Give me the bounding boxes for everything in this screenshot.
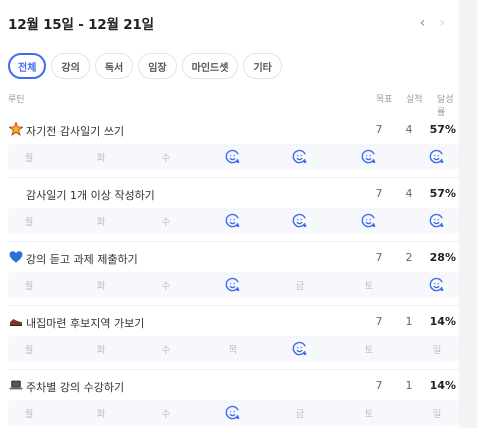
chevron-right-icon[interactable]: › [439,16,445,30]
day-cell[interactable]: 월 [18,336,40,362]
column-headers: 루틴 목표 실적 달성률 [8,92,459,118]
column-routine: 루틴 [8,95,25,105]
day-cell[interactable]: 수 [155,272,177,298]
day-cell[interactable]: 수 [155,208,177,234]
day-cell[interactable]: 월 [18,400,40,426]
row-divider [8,241,459,242]
day-cell[interactable]: 화 [90,208,112,234]
day-cell[interactable]: 화 [90,400,112,426]
day-cell[interactable]: 금 [289,272,311,298]
routine-name: 감사일기 1개 이상 작성하기 [26,189,155,202]
row-divider [8,369,459,370]
routine-actual: 4 [405,187,413,200]
tab-all[interactable]: 전체 [8,53,47,79]
week-navigation: ‹ › [420,16,445,30]
routine-summary: 주차별 강의 수강하기 7 1 14% [8,376,459,396]
routine-goal: 7 [375,123,383,136]
routine-name: 자기전 감사일기 쓰기 [26,125,125,138]
routine-goal: 7 [375,251,383,264]
column-actual: 실적 [406,95,423,105]
day-check-smiley-icon[interactable] [426,272,448,298]
routine-goal: 7 [375,379,383,392]
tab-site-visit[interactable]: 임장 [138,53,177,79]
routine-summary: 자기전 감사일기 쓰기 7 4 57% [8,120,459,140]
sparkle-star-icon [9,122,23,136]
day-cell[interactable]: 목 [222,336,244,362]
date-range-title: 12월 15일 - 12월 21일 [8,17,154,33]
routine-actual: 1 [405,315,413,328]
routine-rate: 57% [429,187,456,200]
routine-goal: 7 [375,315,383,328]
day-cell[interactable]: 화 [90,336,112,362]
routine-actual: 2 [405,251,413,264]
routine-name: 내집마련 후보지역 가보기 [26,317,145,330]
day-cell[interactable]: 일 [426,400,448,426]
weekday-checklist: 월화수목토일 [8,336,459,362]
routine-actual: 1 [405,379,413,392]
weekday-checklist: 월화수금토 [8,272,459,298]
day-check-smiley-icon[interactable] [426,208,448,234]
routine-rate: 28% [429,251,456,264]
day-check-smiley-icon[interactable] [358,144,380,170]
day-check-smiley-icon[interactable] [289,144,311,170]
day-check-smiley-icon[interactable] [289,208,311,234]
routine-summary: 강의 듣고 과제 제출하기 7 2 28% [8,248,459,268]
day-cell[interactable]: 월 [18,208,40,234]
day-cell[interactable]: 토 [358,336,380,362]
day-check-smiley-icon[interactable] [222,208,244,234]
routine-rate: 57% [429,123,456,136]
routine-rate: 14% [429,379,456,392]
weekday-checklist: 월화수 [8,144,459,170]
routine-row[interactable]: 내집마련 후보지역 가보기 7 1 14% 월 화 수 목 토 일 [8,312,459,370]
row-divider [8,177,459,178]
week-header: 12월 15일 - 12월 21일 ‹ › [8,12,453,34]
day-check-smiley-icon[interactable] [426,144,448,170]
tab-mindset[interactable]: 마인드셋 [181,53,239,79]
routine-name: 주차별 강의 수강하기 [26,381,125,394]
routine-summary: 내집마련 후보지역 가보기 7 1 14% [8,312,459,332]
day-cell[interactable]: 토 [358,400,380,426]
day-cell[interactable]: 월 [18,144,40,170]
category-tabs: 전체 강의 독서 임장 마인드셋 기타 [8,53,282,79]
routine-rate: 14% [429,315,456,328]
routine-name: 강의 듣고 과제 제출하기 [26,253,138,266]
routine-summary: 감사일기 1개 이상 작성하기 7 4 57% [8,184,459,204]
routine-actual: 4 [405,123,413,136]
column-goal: 목표 [376,95,393,105]
weekday-checklist: 월화수금토일 [8,400,459,426]
day-check-smiley-icon[interactable] [222,144,244,170]
routine-row[interactable]: 자기전 감사일기 쓰기 7 4 57% 월 화 수 [8,120,459,178]
scrollbar-track[interactable] [459,0,477,428]
routine-row[interactable]: 강의 듣고 과제 제출하기 7 2 28% 월 화 수 금 토 [8,248,459,306]
tab-reading[interactable]: 독서 [94,53,134,79]
day-cell[interactable]: 토 [358,272,380,298]
day-cell[interactable]: 수 [155,400,177,426]
column-rate: 달성률 [437,95,454,118]
row-divider [8,305,459,306]
day-cell[interactable]: 금 [289,400,311,426]
shoe-icon [9,314,23,328]
day-check-smiley-icon[interactable] [222,400,244,426]
routine-goal: 7 [375,187,383,200]
day-check-smiley-icon[interactable] [289,336,311,362]
tab-lecture[interactable]: 강의 [51,53,90,79]
blue-heart-icon [9,250,23,264]
day-check-smiley-icon[interactable] [222,272,244,298]
day-cell[interactable]: 화 [90,144,112,170]
tab-etc[interactable]: 기타 [243,53,282,79]
day-cell[interactable]: 화 [90,272,112,298]
routine-row[interactable]: 주차별 강의 수강하기 7 1 14% 월 화 수 금 토 일 [8,376,459,428]
day-cell[interactable]: 일 [426,336,448,362]
day-cell[interactable]: 월 [18,272,40,298]
laptop-icon [9,378,23,392]
routine-row[interactable]: 감사일기 1개 이상 작성하기 7 4 57% 월 화 수 [8,184,459,242]
chevron-left-icon[interactable]: ‹ [420,16,426,30]
day-check-smiley-icon[interactable] [358,208,380,234]
weekday-checklist: 월화수 [8,208,459,234]
day-cell[interactable]: 수 [155,144,177,170]
day-cell[interactable]: 수 [155,336,177,362]
